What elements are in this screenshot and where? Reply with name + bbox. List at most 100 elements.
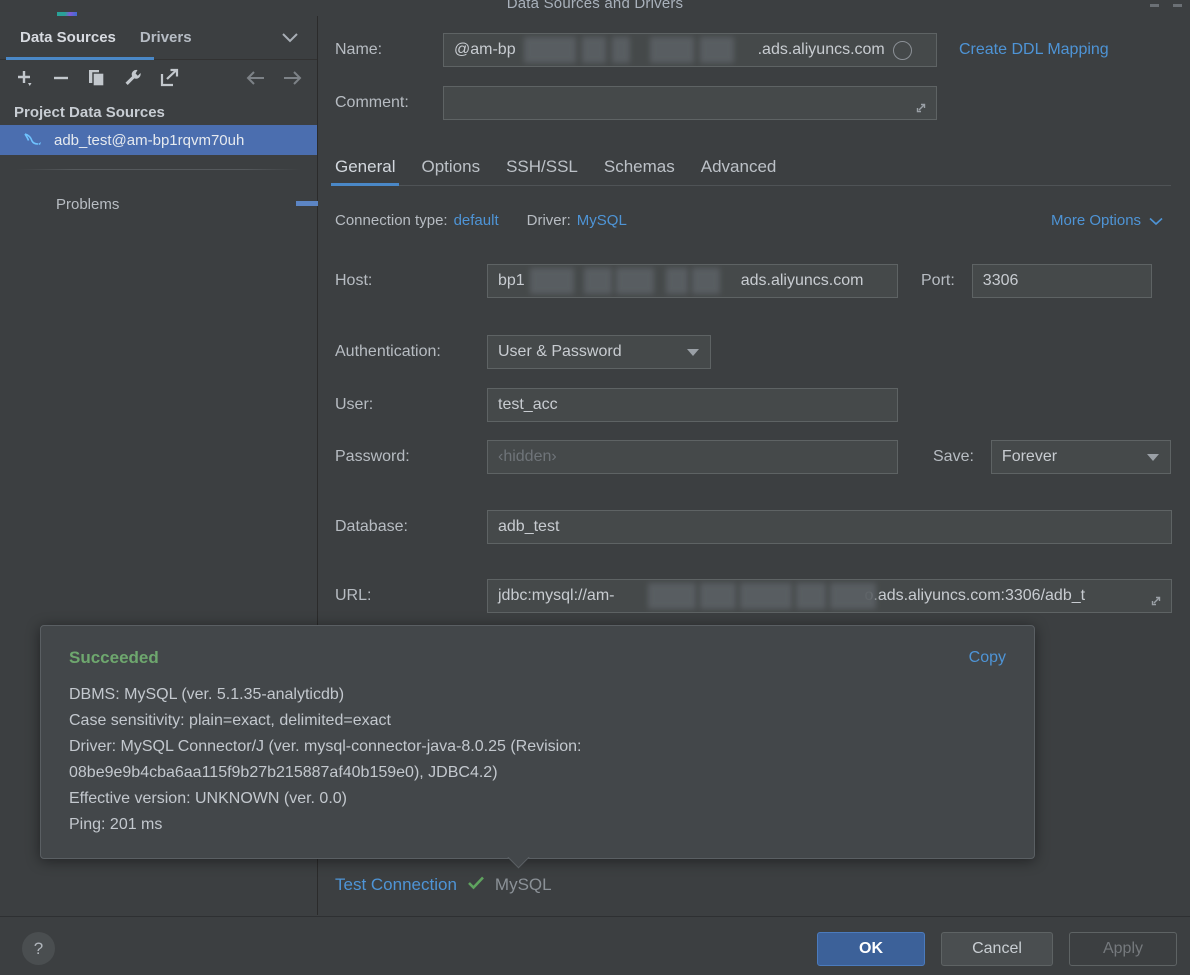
host-value-suffix: ads.aliyuncs.com [740, 272, 864, 289]
popup-body: DBMS: MySQL (ver. 5.1.35-analyticdb) Cas… [41, 668, 1034, 838]
connection-type-label: Connection type: [335, 212, 448, 229]
tab-drivers[interactable]: Drivers [128, 16, 204, 60]
popup-header: Succeeded Copy [41, 626, 1034, 668]
name-row: Name: @am-bp .ads.aliyuncs.com Create DD… [335, 33, 1109, 67]
cancel-button[interactable]: Cancel [941, 932, 1053, 966]
chevron-down-icon [1146, 454, 1159, 461]
tab-data-sources[interactable]: Data Sources [8, 16, 128, 60]
sidebar-tab-bar: Data Sources Drivers [0, 16, 317, 60]
add-button[interactable] [10, 64, 40, 92]
window-title-bar: Data Sources and Drivers [0, 0, 1190, 16]
popup-pointer [506, 857, 532, 871]
check-icon [467, 875, 485, 895]
url-value-suffix: o.ads.aliyuncs.com:3306/adb_t [864, 587, 1086, 604]
settings-tab-bar: General Options SSH/SSL Schemas Advanced [330, 150, 1171, 186]
connection-type-value[interactable]: default [454, 212, 499, 229]
tab-general[interactable]: General [330, 157, 401, 186]
help-button[interactable]: ? [22, 932, 55, 965]
database-input[interactable]: adb_test [487, 510, 1172, 544]
save-label: Save: [933, 448, 974, 465]
window-title: Data Sources and Drivers [506, 0, 684, 12]
duplicate-button[interactable] [82, 64, 112, 92]
sidebar-item-adb-test[interactable]: adb_test@am-bp1rqvm70uh [0, 125, 317, 155]
connection-type-row: Connection type: default Driver: MySQL [335, 212, 627, 229]
driver-label: Driver: [526, 212, 571, 229]
authentication-row: Authentication: User & Password [335, 335, 711, 369]
color-indicator-icon[interactable] [892, 40, 912, 60]
tab-ssh-ssl[interactable]: SSH/SSL [506, 157, 578, 185]
sidebar-divider [16, 169, 301, 170]
open-external-button[interactable] [154, 64, 184, 92]
popup-line: Driver: MySQL Connector/J (ver. mysql-co… [69, 738, 582, 755]
tab-options[interactable]: Options [421, 157, 480, 185]
sidebar-item-label: adb_test@am-bp1rqvm70uh [54, 131, 245, 149]
expand-icon[interactable] [914, 95, 928, 119]
window-controls[interactable] [1150, 4, 1182, 7]
remove-button[interactable] [46, 64, 76, 92]
url-input[interactable]: jdbc:mysql://am- o.ads.aliyuncs.com:3306… [487, 579, 1172, 613]
ok-button[interactable]: OK [817, 932, 925, 966]
tab-advanced[interactable]: Advanced [701, 157, 777, 185]
chevron-down-icon [687, 349, 699, 356]
authentication-label: Authentication: [335, 343, 441, 360]
forward-button[interactable] [277, 64, 307, 92]
popup-line: 08be9e9b4cba6aa115f9b27b215887af40b159e0… [69, 764, 498, 781]
port-label: Port: [921, 272, 955, 289]
popup-line: Case sensitivity: plain=exact, delimited… [69, 712, 391, 729]
name-input[interactable]: @am-bp .ads.aliyuncs.com [443, 33, 937, 67]
user-input[interactable]: test_acc [487, 388, 898, 422]
user-label: User: [335, 396, 374, 413]
authentication-value: User & Password [498, 343, 622, 360]
dialog-footer: ? OK Cancel Apply [0, 916, 1190, 975]
create-ddl-mapping-link[interactable]: Create DDL Mapping [959, 41, 1109, 59]
popup-line: DBMS: MySQL (ver. 5.1.35-analyticdb) [69, 686, 345, 703]
comment-row: Comment: [335, 86, 937, 120]
password-row: Password: ‹hidden› Save: Forever [335, 440, 1171, 474]
url-row: URL: jdbc:mysql://am- o.ads.aliyuncs.com… [335, 579, 1172, 613]
password-input[interactable]: ‹hidden› [487, 440, 898, 474]
test-connection-link[interactable]: Test Connection [335, 875, 457, 895]
name-value-prefix: @am-bp [454, 41, 516, 58]
name-value-suffix: .ads.aliyuncs.com [757, 41, 885, 58]
tree-group-label: Project Data Sources [14, 104, 165, 121]
url-label: URL: [335, 587, 372, 604]
sidebar-toolbar [0, 60, 317, 96]
password-placeholder: ‹hidden› [498, 448, 557, 465]
properties-button[interactable] [118, 64, 148, 92]
expand-icon[interactable] [1149, 588, 1163, 612]
scrollbar-thumb[interactable] [296, 201, 318, 206]
authentication-select[interactable]: User & Password [487, 335, 711, 369]
host-row: Host: bp1 ads.aliyuncs.com Port: 3306 [335, 264, 1152, 298]
database-row: Database: adb_test [335, 510, 1172, 544]
apply-button: Apply [1069, 932, 1177, 966]
port-input[interactable]: 3306 [971, 264, 1152, 298]
test-connection-row: Test Connection MySQL [335, 875, 552, 895]
mysql-dolphin-icon [22, 131, 44, 149]
chevron-down-icon[interactable] [1149, 213, 1163, 229]
password-label: Password: [335, 448, 410, 465]
host-label: Host: [335, 272, 373, 289]
chevron-down-icon[interactable] [281, 30, 299, 46]
maximize-icon[interactable] [1173, 4, 1182, 7]
popup-line: Ping: 201 ms [69, 816, 163, 833]
comment-label: Comment: [335, 94, 409, 111]
driver-value[interactable]: MySQL [577, 212, 627, 229]
back-button[interactable] [241, 64, 271, 92]
comment-input[interactable] [443, 86, 937, 120]
minimize-icon[interactable] [1150, 4, 1159, 7]
url-value-prefix: jdbc:mysql://am- [498, 587, 615, 604]
database-label: Database: [335, 518, 408, 535]
more-options-link[interactable]: More Options [1051, 212, 1141, 229]
tab-schemas[interactable]: Schemas [604, 157, 675, 185]
save-value: Forever [1001, 448, 1058, 465]
user-row: User: test_acc [335, 388, 898, 422]
test-connection-result-popup: Succeeded Copy DBMS: MySQL (ver. 5.1.35-… [40, 625, 1035, 859]
host-value-prefix: bp1 [498, 272, 525, 289]
status-badge: Succeeded [69, 648, 159, 667]
sidebar-horizontal-scrollbar[interactable] [0, 201, 318, 207]
popup-line: Effective version: UNKNOWN (ver. 0.0) [69, 790, 347, 807]
more-options-row[interactable]: More Options [1051, 212, 1163, 229]
host-input[interactable]: bp1 ads.aliyuncs.com [487, 264, 898, 298]
copy-button[interactable]: Copy [969, 649, 1006, 667]
save-select[interactable]: Forever [990, 440, 1171, 474]
